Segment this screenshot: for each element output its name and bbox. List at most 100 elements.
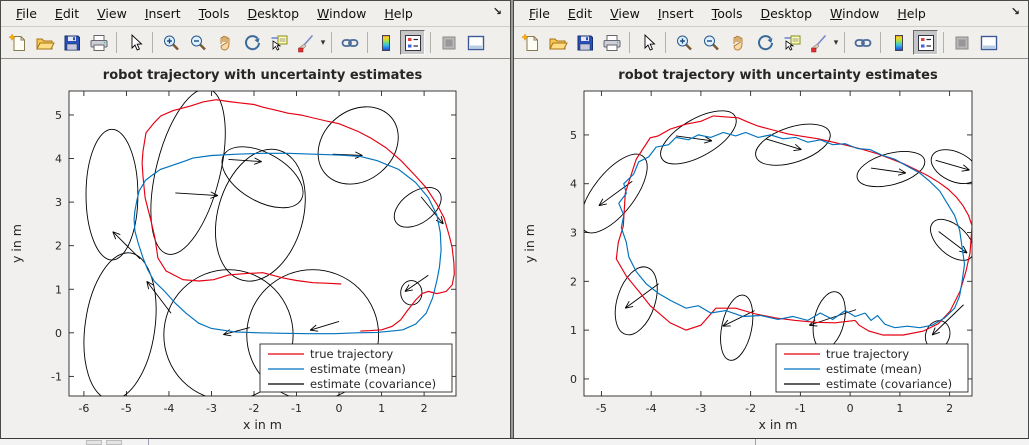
y-tick-label: 5 (55, 109, 62, 122)
insert-legend-icon[interactable] (913, 30, 938, 55)
x-axis-label: x in m (759, 417, 798, 432)
insert-colorbar-icon[interactable] (373, 30, 398, 55)
menu-insert[interactable]: Insert (649, 3, 703, 24)
y-axis-label: y in m (522, 224, 537, 263)
y-tick-label: 1 (570, 324, 577, 337)
zoom-out-icon[interactable] (698, 30, 723, 55)
print-icon[interactable] (86, 30, 111, 55)
y-tick-label: 3 (55, 196, 62, 209)
x-tick-label: -6 (78, 402, 89, 415)
insert-colorbar-icon[interactable] (886, 30, 911, 55)
print-icon[interactable] (599, 30, 624, 55)
legend[interactable]: true trajectoryestimate (mean)estimate (… (776, 344, 968, 392)
x-tick-label: -4 (163, 402, 174, 415)
hide-plot-tools-icon[interactable] (436, 30, 461, 55)
figure-canvas[interactable]: robot trajectory with uncertainty estima… (1, 59, 510, 440)
x-tick-label: 1 (896, 402, 903, 415)
y-tick-label: 0 (55, 327, 62, 340)
y-tick-label: 4 (55, 153, 62, 166)
show-plot-tools-icon[interactable] (976, 30, 1001, 55)
plot[interactable]: robot trajectory with uncertainty estima… (514, 59, 1028, 440)
legend-entry: true trajectory (826, 347, 909, 361)
y-tick-label: 4 (570, 178, 577, 191)
open-folder-icon[interactable] (545, 30, 570, 55)
menu-help[interactable]: Help (375, 3, 422, 24)
pan-hand-icon[interactable] (725, 30, 750, 55)
zoom-in-icon[interactable] (158, 30, 183, 55)
x-tick-label: -3 (206, 402, 217, 415)
menu-view[interactable]: View (601, 3, 649, 24)
pointer-icon[interactable] (122, 30, 147, 55)
dock-figure-icon[interactable]: ↘ (1011, 5, 1020, 18)
menubar: FileEditViewInsertToolsDesktopWindowHelp… (514, 1, 1028, 27)
brush-icon[interactable] (806, 30, 831, 55)
background-divider (148, 439, 149, 445)
new-document-icon[interactable] (5, 30, 30, 55)
desktop: FileEditViewInsertToolsDesktopWindowHelp… (0, 0, 1029, 445)
menu-window[interactable]: Window (308, 3, 375, 24)
menu-file[interactable]: File (520, 3, 559, 24)
brush-dropdown-caret[interactable]: ▾ (319, 38, 327, 48)
menu-edit[interactable]: Edit (559, 3, 601, 24)
menu-window[interactable]: Window (821, 3, 888, 24)
legend-entry: estimate (covariance) (826, 377, 952, 391)
menu-tools[interactable]: Tools (190, 3, 239, 24)
toolbar-separator (880, 32, 881, 53)
menu-desktop[interactable]: Desktop (751, 3, 821, 24)
legend[interactable]: true trajectoryestimate (mean)estimate (… (260, 344, 452, 392)
rotate-3d-icon[interactable] (752, 30, 777, 55)
insert-legend-icon[interactable] (400, 30, 425, 55)
menu-desktop[interactable]: Desktop (238, 3, 308, 24)
legend-entry: true trajectory (310, 347, 393, 361)
menu-help[interactable]: Help (888, 3, 935, 24)
x-tick-label: 2 (946, 402, 953, 415)
open-folder-icon[interactable] (32, 30, 57, 55)
zoom-in-icon[interactable] (671, 30, 696, 55)
plot[interactable]: robot trajectory with uncertainty estima… (1, 59, 510, 440)
y-tick-label: 2 (55, 240, 62, 253)
figure-window-left: FileEditViewInsertToolsDesktopWindowHelp… (0, 0, 511, 438)
y-tick-label: -1 (51, 370, 62, 383)
data-cursor-icon[interactable] (266, 30, 291, 55)
data-cursor-icon[interactable] (779, 30, 804, 55)
menu-view[interactable]: View (88, 3, 136, 24)
plot-title: robot trajectory with uncertainty estima… (103, 68, 423, 83)
menu-edit[interactable]: Edit (46, 3, 88, 24)
figure-canvas[interactable]: robot trajectory with uncertainty estima… (514, 59, 1028, 440)
background-window-sliver (0, 438, 1029, 445)
rotate-3d-icon[interactable] (239, 30, 264, 55)
menu-insert[interactable]: Insert (136, 3, 190, 24)
toolbar: ▾ (1, 27, 510, 59)
toolbar: ▾ (514, 27, 1028, 59)
legend-entry: estimate (mean) (826, 362, 922, 376)
y-tick-label: 2 (570, 275, 577, 288)
toolbar-separator (152, 32, 153, 53)
dock-figure-icon[interactable]: ↘ (493, 5, 502, 18)
hide-plot-tools-icon[interactable] (949, 30, 974, 55)
toolbar-separator (665, 32, 666, 53)
y-axis-label: y in m (9, 224, 24, 263)
brush-icon[interactable] (293, 30, 318, 55)
pan-hand-icon[interactable] (212, 30, 237, 55)
x-tick-label: -4 (646, 402, 657, 415)
pointer-icon[interactable] (635, 30, 660, 55)
save-icon[interactable] (59, 30, 84, 55)
x-axis-label: x in m (243, 417, 282, 432)
x-tick-label: -2 (745, 402, 756, 415)
menu-file[interactable]: File (7, 3, 46, 24)
new-document-icon[interactable] (518, 30, 543, 55)
plot-title: robot trajectory with uncertainty estima… (618, 68, 938, 83)
show-plot-tools-icon[interactable] (463, 30, 488, 55)
brush-dropdown-caret[interactable]: ▾ (832, 38, 840, 48)
toolbar-separator (844, 32, 845, 53)
x-tick-label: 2 (421, 402, 428, 415)
toolbar-separator (943, 32, 944, 53)
background-divider (755, 439, 756, 445)
link-plots-icon[interactable] (337, 30, 362, 55)
x-tick-label: -5 (121, 402, 132, 415)
menu-tools[interactable]: Tools (703, 3, 752, 24)
x-tick-label: -2 (249, 402, 260, 415)
link-plots-icon[interactable] (850, 30, 875, 55)
save-icon[interactable] (572, 30, 597, 55)
zoom-out-icon[interactable] (185, 30, 210, 55)
